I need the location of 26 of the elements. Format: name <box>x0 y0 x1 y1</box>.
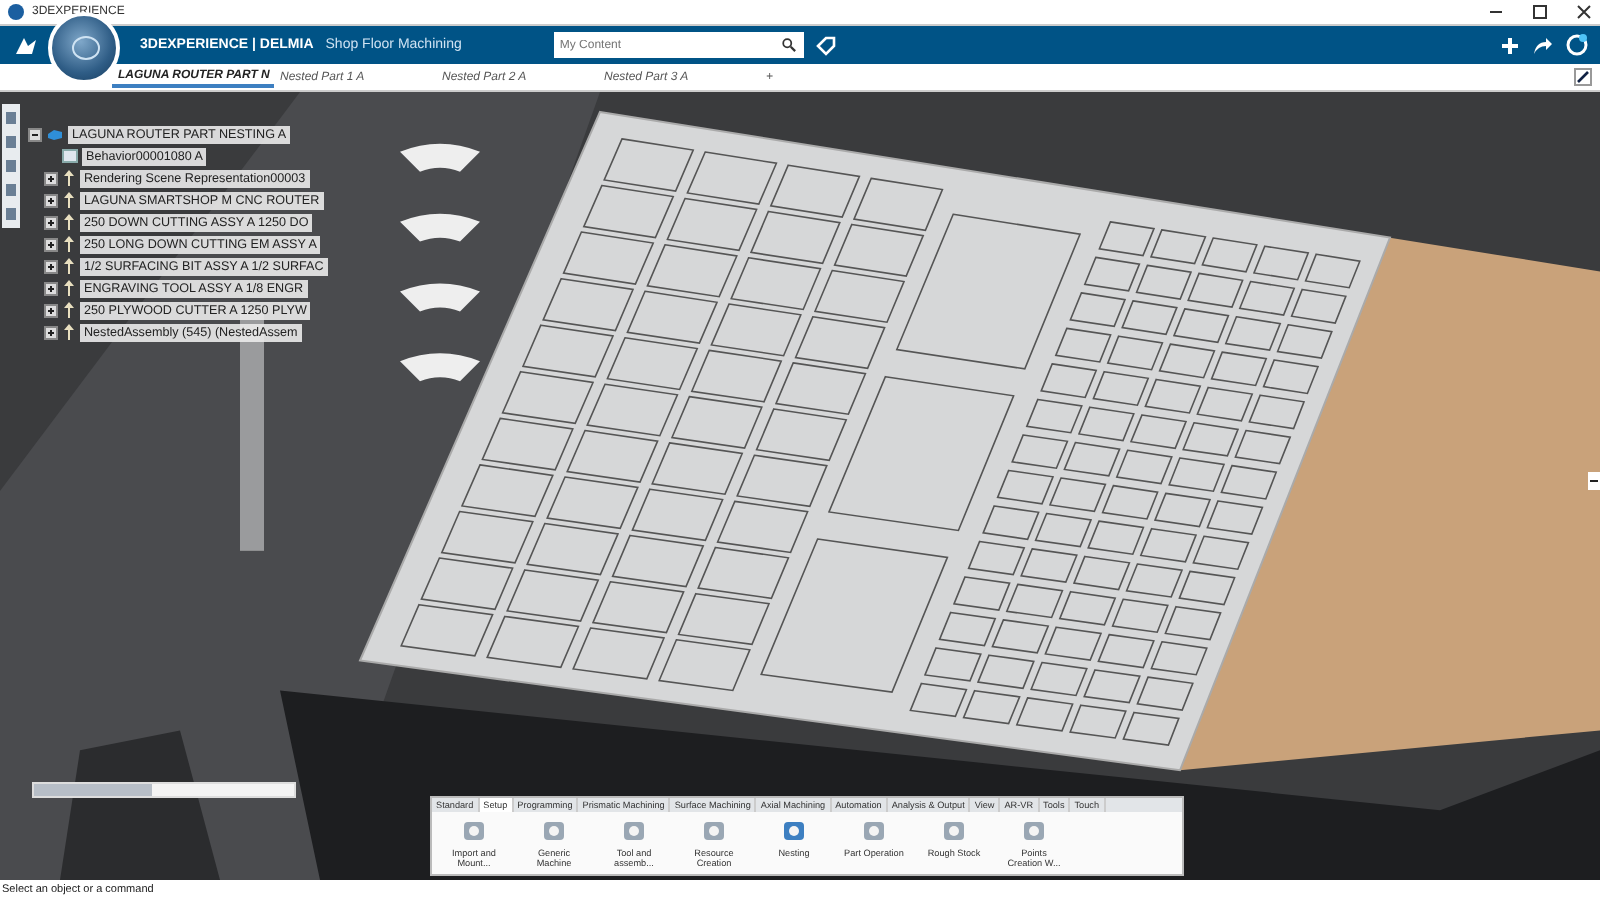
share-icon[interactable] <box>1532 35 1554 55</box>
compass-widget[interactable] <box>48 12 120 84</box>
plus-icon[interactable] <box>1500 35 1520 55</box>
product-icon <box>46 127 64 141</box>
clamp-drawing <box>400 353 480 382</box>
horizontal-scrollbar[interactable] <box>32 782 296 798</box>
clamp-drawing <box>400 213 480 242</box>
command-icon <box>460 818 488 844</box>
app-logo-icon <box>8 4 24 20</box>
command-icon <box>780 818 808 844</box>
tag-icon[interactable] <box>815 35 836 55</box>
fullscreen-icon[interactable] <box>1574 68 1592 86</box>
clamp-drawing <box>400 143 480 172</box>
folder-icon <box>62 148 78 164</box>
command-icon <box>940 818 968 844</box>
brand-logo-icon[interactable] <box>12 33 40 57</box>
command-icon <box>1020 818 1048 844</box>
command-icon <box>700 818 728 844</box>
command-icon <box>860 818 888 844</box>
search-icon[interactable] <box>781 38 796 52</box>
close-icon[interactable] <box>1576 4 1592 20</box>
clamp-drawing <box>400 283 480 312</box>
expand-handle-icon[interactable] <box>1588 472 1600 490</box>
command-icon <box>540 818 568 844</box>
command-icon <box>620 818 648 844</box>
maximize-icon[interactable] <box>1532 4 1548 20</box>
